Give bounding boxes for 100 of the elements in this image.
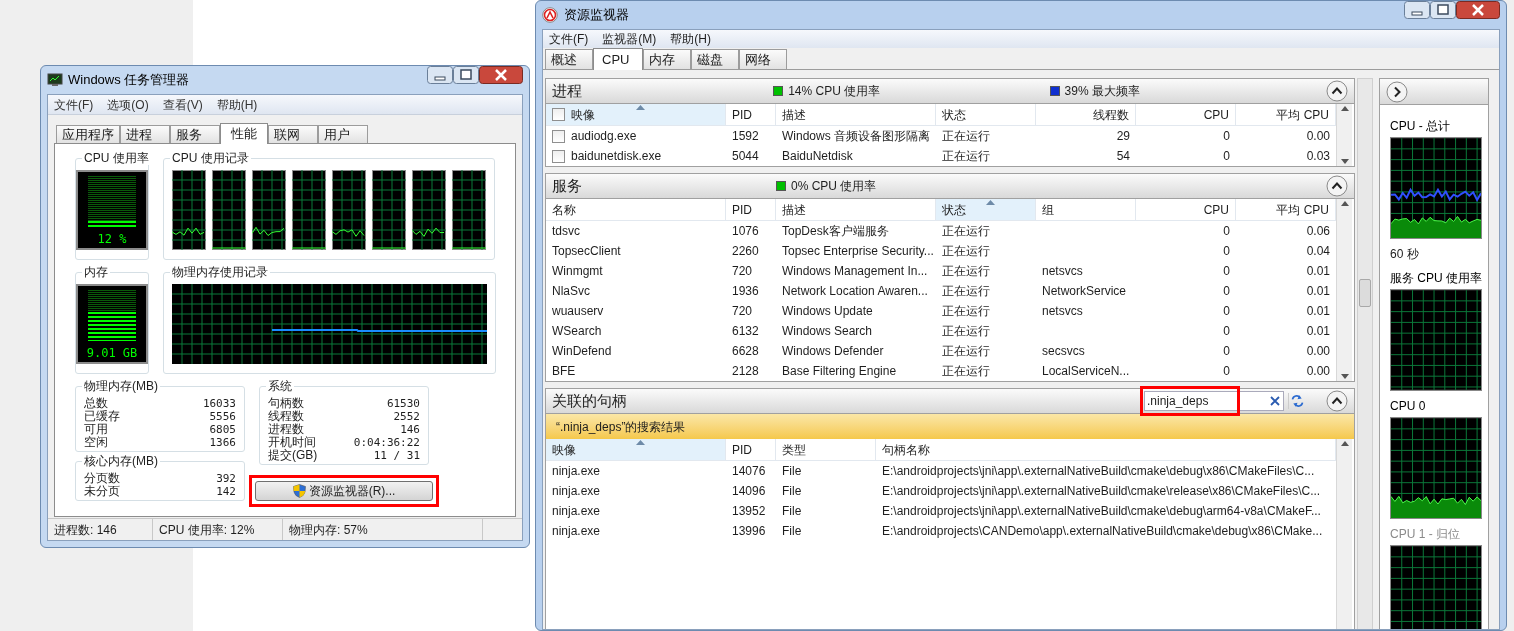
- table-cell-text: ninja.exe: [552, 463, 601, 480]
- checkbox[interactable]: [552, 129, 565, 143]
- column-header[interactable]: 线程数: [1036, 104, 1136, 125]
- table-cell-text: File: [782, 503, 802, 520]
- checkbox[interactable]: [552, 108, 565, 121]
- checkbox[interactable]: [552, 149, 565, 163]
- table-cell-text: Winmgmt: [552, 263, 603, 280]
- column-header[interactable]: PID: [726, 199, 776, 220]
- group-title: 内存: [82, 265, 110, 279]
- scroll-down-icon[interactable]: [1340, 159, 1349, 164]
- table-cell-text: 0.01: [1306, 283, 1330, 300]
- refresh-icon[interactable]: [1288, 393, 1306, 409]
- menu-item[interactable]: 文件(F): [54, 95, 94, 114]
- scrollbar[interactable]: [1357, 78, 1373, 629]
- tab[interactable]: 进程: [120, 125, 170, 143]
- table-cell-text: 54: [1116, 148, 1130, 165]
- tab[interactable]: 用户: [318, 125, 368, 143]
- table-cell-text: 0: [1223, 283, 1230, 300]
- table-cell-text: Windows Defender: [782, 343, 884, 360]
- graph-label: CPU - 总计: [1390, 118, 1451, 135]
- column-header[interactable]: 状态: [936, 199, 1036, 220]
- graph-label: CPU 1 - 归位: [1390, 526, 1461, 543]
- table-cell-text: wuauserv: [552, 303, 604, 320]
- table-cell-text: audiodg.exe: [571, 128, 637, 145]
- table-cell-text: tdsvc: [552, 223, 580, 240]
- tab[interactable]: 概述: [545, 49, 593, 69]
- sort-arrow-icon: [985, 200, 995, 205]
- menu-item[interactable]: 选项(O): [107, 95, 149, 114]
- table-cell-text: WSearch: [552, 323, 602, 340]
- tab[interactable]: 性能: [220, 123, 268, 144]
- close-button[interactable]: [1456, 1, 1500, 19]
- scroll-down-icon[interactable]: [1340, 374, 1349, 379]
- table-cell-text: ninja.exe: [552, 483, 601, 500]
- maximize-button[interactable]: [453, 66, 479, 84]
- column-header[interactable]: 类型: [776, 439, 876, 460]
- table-cell-text: 正在运行: [942, 263, 990, 280]
- table-cell-text: Network Location Awaren...: [782, 283, 928, 300]
- column-header[interactable]: 描述: [776, 104, 936, 125]
- table-cell-text: 正在运行: [942, 303, 990, 320]
- column-header[interactable]: 状态: [936, 104, 1036, 125]
- tab[interactable]: 内存: [643, 49, 691, 69]
- indicator-label: 0% CPU 使用率: [791, 178, 877, 195]
- menu-item[interactable]: 帮助(H): [670, 30, 711, 48]
- scrollbar[interactable]: [1336, 104, 1352, 166]
- collapse-button[interactable]: [1326, 390, 1348, 412]
- scrollbar[interactable]: [1336, 199, 1352, 381]
- menu-item[interactable]: 查看(V): [162, 95, 203, 114]
- status-text: CPU 使用率: 12%: [153, 519, 283, 540]
- column-header[interactable]: PID: [726, 104, 776, 125]
- tab[interactable]: 应用程序: [56, 125, 120, 143]
- tab[interactable]: CPU: [593, 48, 643, 70]
- scrollbar[interactable]: [1336, 439, 1352, 629]
- column-header[interactable]: PID: [726, 439, 776, 460]
- scroll-thumb[interactable]: [1359, 279, 1371, 307]
- scroll-up-icon[interactable]: [1340, 106, 1349, 111]
- column-header[interactable]: 映像: [546, 439, 726, 460]
- menu-item[interactable]: 帮助(H): [216, 95, 258, 114]
- stat-label: 句柄数: [268, 397, 304, 410]
- maximize-button[interactable]: [1430, 1, 1456, 19]
- menu-item[interactable]: 文件(F): [549, 30, 589, 48]
- table-cell-text: 0: [1223, 128, 1230, 145]
- table-cell-text: 0.06: [1306, 223, 1330, 240]
- column-header[interactable]: 映像: [546, 104, 726, 125]
- stat-label: 提交(GB): [268, 449, 318, 462]
- tab[interactable]: 网络: [739, 49, 787, 69]
- minimize-button[interactable]: [427, 66, 453, 84]
- column-header[interactable]: 名称: [546, 199, 726, 220]
- group-title: 系统: [266, 379, 294, 393]
- tab[interactable]: 联网: [268, 125, 318, 143]
- table-cell-text: E:\androidprojects\jni\app\.externalNativeBuild\cmake\release\x86\CMakeFiles\C...: [882, 483, 1321, 500]
- collapse-button[interactable]: [1326, 80, 1348, 102]
- meter-reading: 9.01 GB: [86, 345, 138, 362]
- resource-monitor-button[interactable]: 资源监视器(R)...: [255, 481, 433, 501]
- tab[interactable]: 磁盘: [691, 49, 739, 69]
- column-header[interactable]: 组: [1036, 199, 1136, 220]
- tab[interactable]: 服务: [170, 125, 220, 143]
- table-cell-text: 0.00: [1306, 363, 1330, 380]
- table-cell-text: 0: [1223, 263, 1230, 280]
- column-header[interactable]: CPU: [1136, 199, 1236, 220]
- table-cell-text: BFE: [552, 363, 576, 380]
- stat-value: 146: [400, 423, 420, 436]
- scroll-up-icon[interactable]: [1340, 201, 1349, 206]
- collapse-button[interactable]: [1326, 175, 1348, 197]
- table-cell-text: ninja.exe: [552, 503, 601, 520]
- minimize-button[interactable]: [1404, 1, 1430, 19]
- scroll-up-icon[interactable]: [1340, 441, 1349, 446]
- table-cell-text: BaiduNetdisk: [782, 148, 853, 165]
- table-cell-text: 6628: [732, 343, 759, 360]
- table-cell-text: netsvcs: [1042, 263, 1083, 280]
- table-cell-text: 0.04: [1306, 243, 1330, 260]
- expand-button[interactable]: [1386, 80, 1408, 103]
- stat-value: 1366: [209, 436, 236, 449]
- search-field[interactable]: .ninja_deps: [1144, 391, 1284, 411]
- column-header[interactable]: CPU: [1136, 104, 1236, 125]
- search-results-banner: “.ninja_deps”的搜索结果: [545, 414, 1355, 439]
- close-button[interactable]: [479, 66, 523, 84]
- stat-value: 2552: [393, 410, 420, 423]
- menu-item[interactable]: 监视器(M): [602, 30, 657, 48]
- table-cell-text: 正在运行: [942, 283, 990, 300]
- status-text: 物理内存: 57%: [283, 519, 483, 540]
